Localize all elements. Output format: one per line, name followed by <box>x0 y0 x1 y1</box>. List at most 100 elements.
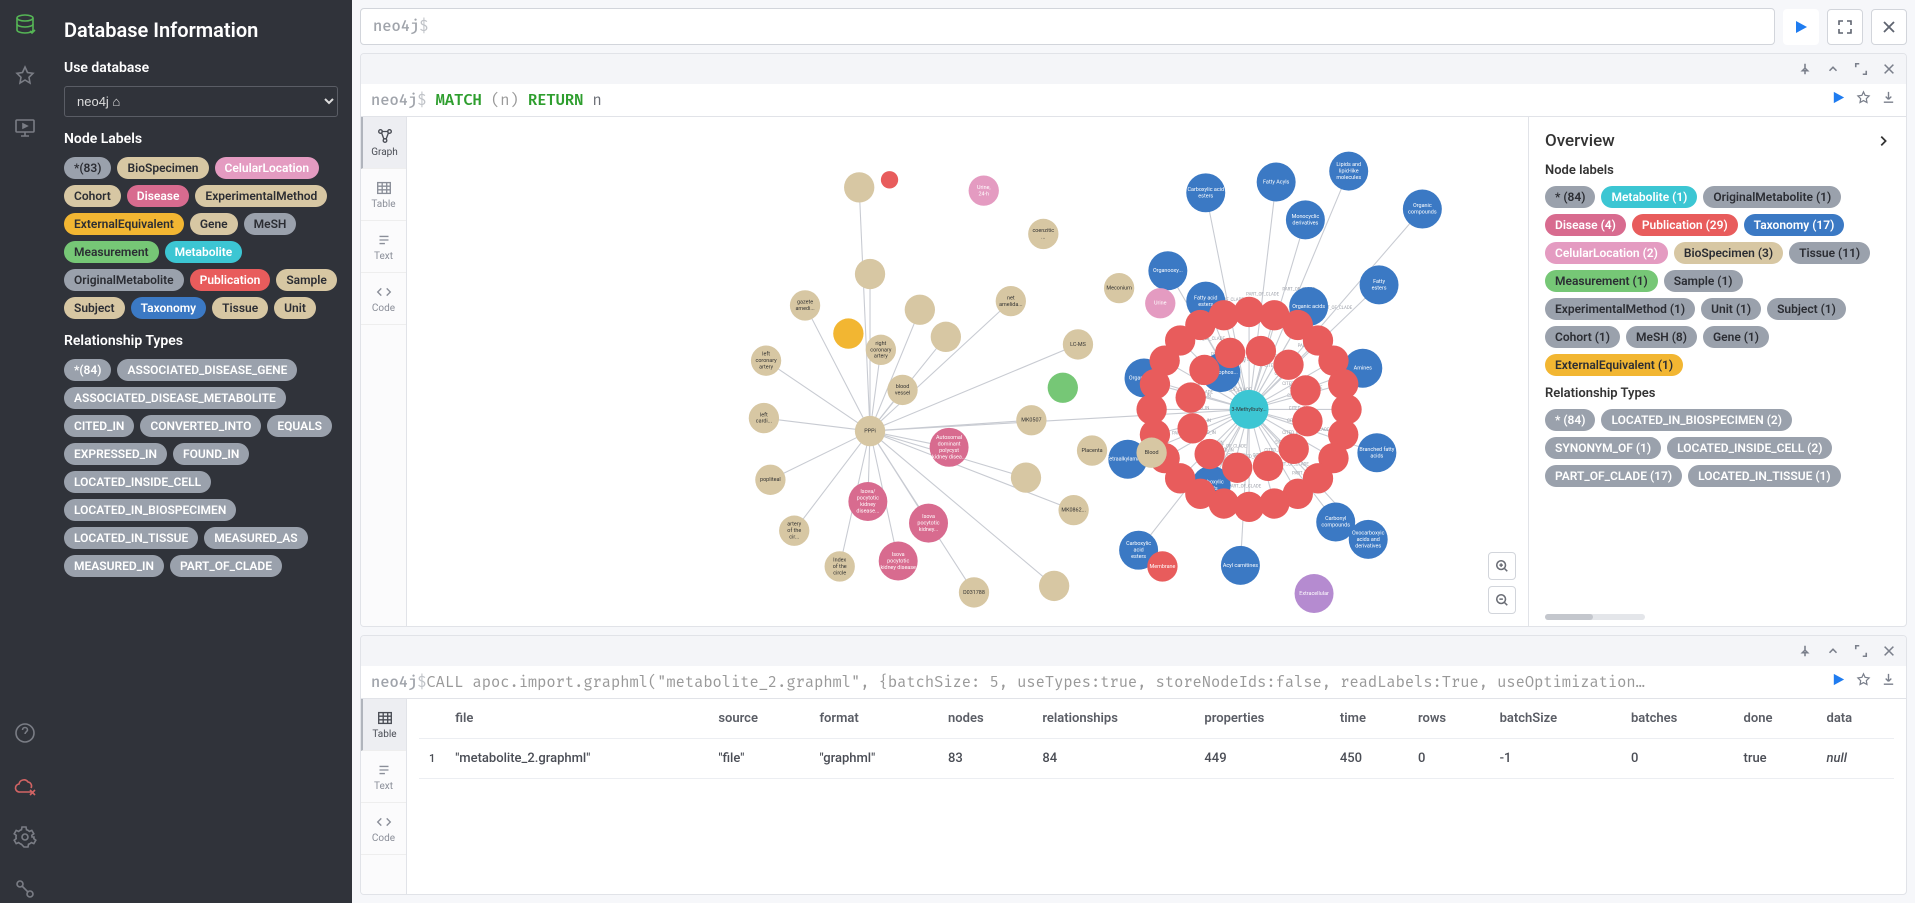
label-pill[interactable]: Metabolite <box>165 241 243 263</box>
label-pill[interactable]: Taxonomy (17) <box>1744 214 1845 236</box>
label-pill[interactable]: Measurement <box>64 241 159 263</box>
label-pill[interactable]: MeSH (8) <box>1626 326 1697 348</box>
label-pill[interactable]: FOUND_IN <box>173 443 249 465</box>
download-icon[interactable] <box>1881 90 1896 110</box>
label-pill[interactable]: Metabolite (1) <box>1601 186 1697 208</box>
label-pill[interactable]: EQUALS <box>267 415 332 437</box>
label-pill[interactable]: LOCATED_IN_BIOSPECIMEN <box>64 499 236 521</box>
label-pill[interactable]: LOCATED_IN_TISSUE (1) <box>1688 465 1840 487</box>
label-pill[interactable]: MEASURED_IN <box>64 555 164 577</box>
label-pill[interactable]: BioSpecimen (3) <box>1674 242 1783 264</box>
run-button[interactable] <box>1783 9 1819 45</box>
zoom-in-icon[interactable] <box>1488 552 1516 580</box>
label-pill[interactable]: * (84) <box>1545 186 1595 208</box>
label-pill[interactable]: Subject (1) <box>1767 298 1846 320</box>
label-pill[interactable]: Taxonomy <box>131 297 207 319</box>
column-header[interactable]: relationships <box>1032 699 1194 739</box>
label-pill[interactable]: EXPRESSED_IN <box>64 443 167 465</box>
label-pill[interactable]: Tissue <box>212 297 268 319</box>
label-pill[interactable]: ExternalEquivalent (1) <box>1545 354 1683 376</box>
overview-title[interactable]: Overview <box>1545 131 1890 151</box>
pin-icon[interactable] <box>1794 640 1816 662</box>
tab-code[interactable]: Code <box>361 803 406 855</box>
label-pill[interactable]: MeSH <box>244 213 297 235</box>
column-header[interactable]: batches <box>1621 699 1734 739</box>
close-icon[interactable] <box>1871 9 1907 45</box>
column-header[interactable]: properties <box>1194 699 1329 739</box>
label-pill[interactable]: Publication <box>190 269 271 291</box>
label-pill[interactable]: ExternalEquivalent <box>64 213 184 235</box>
star-icon[interactable] <box>1856 90 1871 110</box>
label-pill[interactable]: LOCATED_INSIDE_CELL <box>64 471 211 493</box>
pin-icon[interactable] <box>1794 58 1816 80</box>
tab-graph[interactable]: Graph <box>361 117 406 169</box>
fullscreen-icon[interactable] <box>1827 9 1863 45</box>
label-pill[interactable]: Cohort (1) <box>1545 326 1620 348</box>
collapse-icon[interactable] <box>1822 640 1844 662</box>
help-icon[interactable] <box>11 719 39 747</box>
gear-icon[interactable] <box>11 823 39 851</box>
db-icon[interactable] <box>11 10 39 38</box>
close-icon[interactable] <box>1878 58 1900 80</box>
monitor-icon[interactable] <box>11 114 39 142</box>
tab-table[interactable]: Table <box>361 169 406 221</box>
label-pill[interactable]: *(84) <box>64 359 111 381</box>
db-select[interactable]: neo4j ⌂ <box>64 86 338 117</box>
label-pill[interactable]: Measurement (1) <box>1545 270 1658 292</box>
tab-text[interactable]: Text <box>361 751 406 803</box>
label-pill[interactable]: Unit <box>274 297 316 319</box>
label-pill[interactable]: PART_OF_CLADE <box>170 555 282 577</box>
column-header[interactable]: source <box>708 699 809 739</box>
expand-icon[interactable] <box>1850 640 1872 662</box>
cloud-offline-icon[interactable] <box>11 771 39 799</box>
column-header[interactable]: nodes <box>938 699 1032 739</box>
scrollbar[interactable] <box>1545 614 1645 620</box>
graph-canvas[interactable]: CITED_INCITED_INCITED_INCITED_INCITED_IN… <box>407 117 1528 626</box>
label-pill[interactable]: Gene (1) <box>1703 326 1769 348</box>
download-icon[interactable] <box>1881 672 1896 692</box>
label-pill[interactable]: ExperimentalMethod (1) <box>1545 298 1695 320</box>
label-pill[interactable]: *(83) <box>64 157 111 179</box>
label-pill[interactable]: BioSpecimen <box>117 157 208 179</box>
label-pill[interactable]: MEASURED_AS <box>204 527 307 549</box>
star-icon[interactable] <box>1856 672 1871 692</box>
label-pill[interactable]: CITED_IN <box>64 415 134 437</box>
column-header[interactable]: format <box>809 699 938 739</box>
tab-text[interactable]: Text <box>361 221 406 273</box>
column-header[interactable]: file <box>445 699 708 739</box>
zoom-out-icon[interactable] <box>1488 586 1516 614</box>
label-pill[interactable]: ASSOCIATED_DISEASE_METABOLITE <box>64 387 286 409</box>
star-icon[interactable] <box>11 62 39 90</box>
tab-table[interactable]: Table <box>361 699 406 751</box>
column-header[interactable]: rows <box>1408 699 1490 739</box>
table-row[interactable]: 1"metabolite_2.graphml""file""graphml"83… <box>419 739 1894 779</box>
label-pill[interactable]: CelularLocation (2) <box>1545 242 1668 264</box>
label-pill[interactable]: Unit (1) <box>1701 298 1761 320</box>
collapse-icon[interactable] <box>1822 58 1844 80</box>
label-pill[interactable]: LOCATED_IN_BIOSPECIMEN (2) <box>1601 409 1792 431</box>
label-pill[interactable]: Sample <box>276 269 337 291</box>
close-icon[interactable] <box>1878 640 1900 662</box>
rerun-icon[interactable] <box>1831 672 1846 692</box>
neo4j-icon[interactable] <box>11 875 39 903</box>
label-pill[interactable]: Gene <box>190 213 238 235</box>
label-pill[interactable]: Subject <box>64 297 125 319</box>
query-editor[interactable]: neo4j$ <box>360 8 1775 45</box>
expand-icon[interactable] <box>1850 58 1872 80</box>
column-header[interactable]: data <box>1817 699 1895 739</box>
label-pill[interactable]: Sample (1) <box>1664 270 1743 292</box>
label-pill[interactable]: CelularLocation <box>215 157 320 179</box>
column-header[interactable]: batchSize <box>1490 699 1621 739</box>
label-pill[interactable]: Cohort <box>64 185 121 207</box>
label-pill[interactable]: ExperimentalMethod <box>195 185 327 207</box>
label-pill[interactable]: Disease <box>127 185 190 207</box>
label-pill[interactable]: SYNONYM_OF (1) <box>1545 437 1661 459</box>
column-header[interactable]: done <box>1734 699 1817 739</box>
label-pill[interactable]: Publication (29) <box>1632 214 1738 236</box>
label-pill[interactable]: OriginalMetabolite <box>64 269 184 291</box>
label-pill[interactable]: ASSOCIATED_DISEASE_GENE <box>117 359 297 381</box>
label-pill[interactable]: CONVERTED_INTO <box>140 415 261 437</box>
label-pill[interactable]: PART_OF_CLADE (17) <box>1545 465 1682 487</box>
label-pill[interactable]: LOCATED_INSIDE_CELL (2) <box>1667 437 1832 459</box>
rerun-icon[interactable] <box>1831 90 1846 110</box>
